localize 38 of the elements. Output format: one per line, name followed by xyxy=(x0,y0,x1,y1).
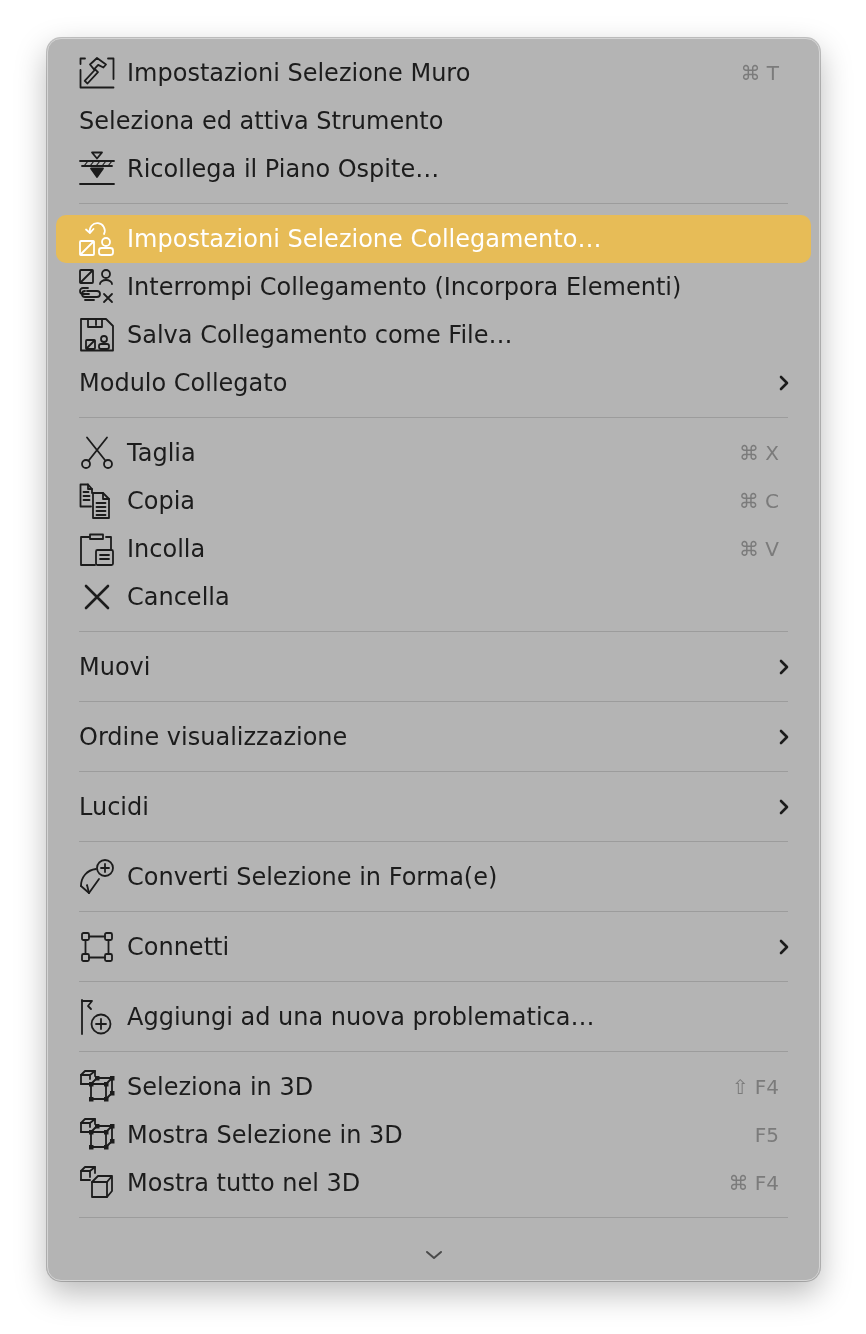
node-frame-icon xyxy=(79,929,115,965)
menu-item[interactable]: Copia ⌘ C xyxy=(56,477,811,525)
menu-item[interactable]: Lucidi xyxy=(56,783,811,831)
menu-item[interactable]: Incolla ⌘ V xyxy=(56,525,811,573)
broken-link-icon xyxy=(79,269,115,305)
rotate-shapes-icon xyxy=(79,221,115,257)
menu-item[interactable]: Seleziona in 3D ⇧ F4 xyxy=(56,1063,811,1111)
menu-item[interactable]: Modulo Collegato xyxy=(56,359,811,407)
shortcut-label: ⌘ C xyxy=(738,489,779,513)
menu-item[interactable]: Converti Selezione in Forma(e) xyxy=(56,853,811,901)
menu-item[interactable]: Salva Collegamento come File… xyxy=(56,311,811,359)
cube-selection-icon xyxy=(79,1117,115,1153)
cubes-icon xyxy=(79,1165,115,1201)
shortcut-label: ⇧ F4 xyxy=(731,1075,779,1099)
menu-item[interactable]: Taglia ⌘ X xyxy=(56,429,811,477)
menu-item[interactable]: Seleziona ed attiva Strumento xyxy=(56,97,811,145)
shortcut-label: ⌘ V xyxy=(738,537,779,561)
menu-item[interactable]: Impostazioni Selezione Muro ⌘ T xyxy=(56,49,811,97)
menu-item[interactable]: Connetti xyxy=(56,923,811,971)
menu-item[interactable]: Ricollega il Piano Ospite… xyxy=(56,145,811,193)
shortcut-label: F5 xyxy=(754,1123,779,1147)
menu-item[interactable]: Muovi xyxy=(56,643,811,691)
scissors-icon xyxy=(79,435,115,471)
level-marker-icon xyxy=(79,151,115,187)
menu-item[interactable]: Mostra Selezione in 3D F5 xyxy=(56,1111,811,1159)
menu-item[interactable]: Aggiungi ad una nuova problematica… xyxy=(56,993,811,1041)
menu-item[interactable]: Mostra tutto nel 3D ⌘ F4 xyxy=(56,1159,811,1207)
shortcut-label: ⌘ F4 xyxy=(728,1171,779,1195)
chevron-down-icon[interactable] xyxy=(424,1249,443,1260)
menu-item[interactable]: Cancella xyxy=(56,573,811,621)
shape-plus-icon xyxy=(79,859,115,895)
clipboard-icon xyxy=(79,531,115,567)
menu-item[interactable]: Interrompi Collegamento (Incorpora Elementi) xyxy=(56,263,811,311)
menu-item[interactable]: Ordine visualizzazione xyxy=(56,713,811,761)
cube-selection-icon xyxy=(79,1069,115,1105)
shortcut-label: ⌘ X xyxy=(738,441,779,465)
hammer-frame-icon xyxy=(79,55,115,91)
shortcut-label: ⌘ T xyxy=(740,61,779,85)
